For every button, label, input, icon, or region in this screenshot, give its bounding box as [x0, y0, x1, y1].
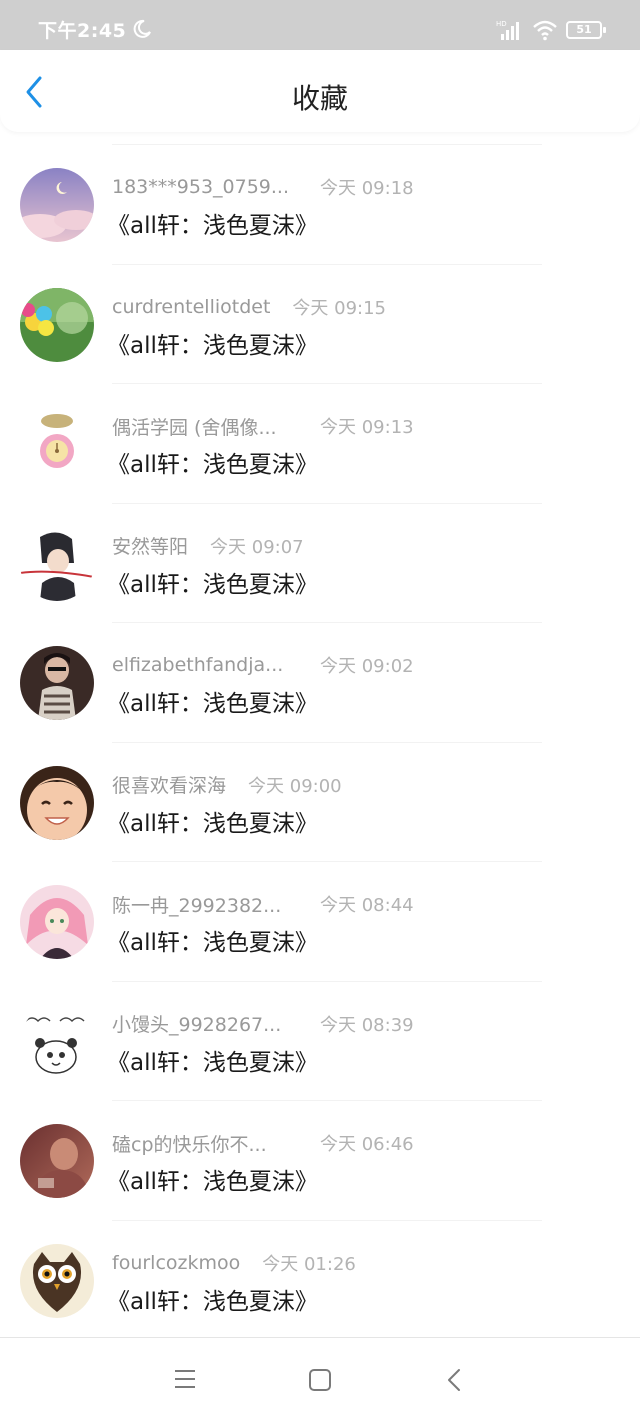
avatar[interactable] [20, 1243, 94, 1318]
app-header: 收藏 [0, 50, 640, 132]
item-username: 安然等阳 [112, 536, 189, 558]
item-title: 《all轩：浅色夏沫》 [107, 1288, 318, 1315]
menu-icon[interactable] [173, 1368, 197, 1390]
signal-icon: HD [496, 20, 519, 40]
item-time: 今天 09:18 [320, 178, 414, 199]
list-item[interactable]: 183***953_0759... 今天 09:18 《all轩：浅色夏沫》 [0, 145, 640, 265]
item-time: 今天 09:07 [210, 536, 304, 558]
item-username: curdrentelliotdet [112, 295, 271, 318]
item-time: 今天 09:15 [292, 297, 387, 319]
item-title: 《all轩：浅色夏沫》 [107, 930, 318, 956]
status-time: 下午2:45 [38, 20, 127, 42]
item-title: 《all轩：浅色夏沫》 [107, 452, 318, 478]
item-username: 偶活学园 (舍偶像... [112, 416, 277, 439]
item-time: 今天 09:02 [320, 656, 414, 677]
avatar[interactable] [20, 765, 94, 840]
list-item[interactable]: 磕cp的快乐你不... 今天 06:46 《all轩：浅色夏沫》 [0, 1101, 640, 1221]
avatar[interactable] [20, 168, 94, 242]
battery-icon: 51 [566, 21, 606, 39]
list-item[interactable]: 很喜欢看深海 今天 09:00 《all轩：浅色夏沫》 [0, 743, 640, 862]
wifi-icon [533, 20, 557, 41]
page-title: 收藏 [291, 82, 348, 115]
item-username: fourlcozkmoo [112, 1251, 241, 1274]
item-title: 《all轩：浅色夏沫》 [107, 691, 318, 717]
item-title: 《all轩：浅色夏沫》 [107, 571, 318, 598]
home-icon[interactable] [308, 1368, 332, 1392]
item-username: elfizabethfandja... [112, 654, 284, 676]
item-title: 《all轩：浅色夏沫》 [107, 810, 318, 837]
item-username: 陈一冉_2992382... [112, 894, 282, 917]
item-time: 今天 09:13 [320, 417, 414, 438]
status-bar: 下午2:45 HD 51 [0, 0, 640, 50]
item-time: 今天 08:44 [320, 895, 414, 916]
moon-icon [133, 19, 151, 38]
item-username: 磕cp的快乐你不... [112, 1133, 267, 1156]
list-item[interactable]: curdrentelliotdet 今天 09:15 《all轩：浅色夏沫》 [0, 265, 640, 384]
item-username: 183***953_0759... [112, 176, 290, 198]
avatar[interactable] [20, 407, 94, 481]
list-item[interactable]: 偶活学园 (舍偶像... 今天 09:13 《all轩：浅色夏沫》 [0, 384, 640, 504]
list-item[interactable]: 陈一冉_2992382... 今天 08:44 《all轩：浅色夏沫》 [0, 862, 640, 982]
avatar[interactable] [20, 646, 94, 720]
item-username: 很喜欢看深海 [112, 775, 227, 797]
item-title: 《all轩：浅色夏沫》 [107, 213, 318, 239]
list-item[interactable]: 小馒头_9928267... 今天 08:39 《all轩：浅色夏沫》 [0, 982, 640, 1101]
favorites-list: 183***953_0759... 今天 09:18 《all轩：浅色夏沫》 c… [0, 145, 640, 1340]
svg-text:HD: HD [496, 20, 507, 28]
avatar[interactable] [20, 1124, 94, 1198]
item-time: 今天 09:00 [248, 775, 342, 797]
system-nav-bar [0, 1338, 640, 1422]
battery-level: 51 [576, 23, 592, 36]
item-title: 《all轩：浅色夏沫》 [107, 1049, 318, 1076]
item-title: 《all轩：浅色夏沫》 [107, 332, 318, 359]
item-title: 《all轩：浅色夏沫》 [107, 1169, 318, 1195]
back-nav-icon[interactable] [443, 1368, 465, 1392]
avatar[interactable] [20, 526, 94, 601]
item-time: 今天 01:26 [262, 1253, 356, 1275]
list-item[interactable]: 安然等阳 今天 09:07 《all轩：浅色夏沫》 [0, 504, 640, 623]
list-item[interactable]: fourlcozkmoo 今天 01:26 《all轩：浅色夏沫》 [0, 1221, 640, 1341]
avatar[interactable] [20, 1004, 94, 1079]
item-username: 小馒头_9928267... [112, 1014, 282, 1036]
item-time: 今天 06:46 [320, 1134, 414, 1155]
item-time: 今天 08:39 [320, 1014, 414, 1036]
avatar[interactable] [20, 287, 94, 362]
avatar[interactable] [20, 885, 94, 959]
list-item[interactable]: elfizabethfandja... 今天 09:02 《all轩：浅色夏沫》 [0, 623, 640, 743]
